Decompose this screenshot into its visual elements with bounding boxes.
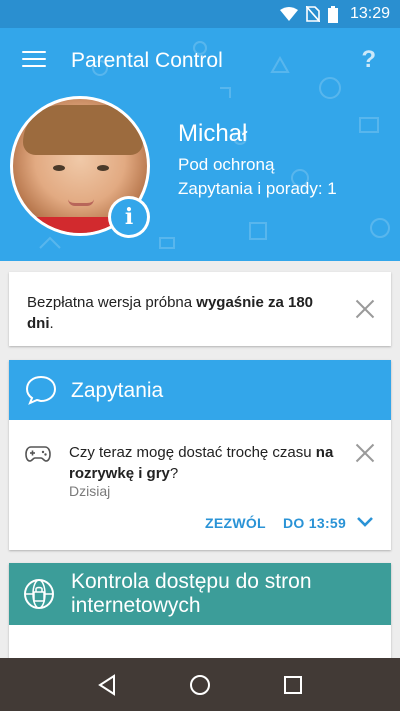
request-date: Dzisiaj: [69, 483, 111, 499]
info-button[interactable]: i: [108, 196, 150, 238]
status-bar: 13:29: [0, 0, 400, 28]
child-requests-count[interactable]: Zapytania i porady: 1: [178, 179, 337, 199]
status-time: 13:29: [349, 5, 390, 22]
allow-button[interactable]: ZEZWÓL: [205, 515, 266, 531]
requests-title: Zapytania: [71, 379, 164, 402]
globe-lock-icon: [24, 579, 54, 609]
chat-bubble-icon: [25, 375, 57, 405]
back-triangle-icon: [97, 673, 115, 696]
recents-button[interactable]: [273, 665, 313, 705]
request-message: Czy teraz mogę dostać trochę czasu na ro…: [69, 444, 334, 482]
allow-until-button[interactable]: DO 13:59: [283, 515, 346, 531]
app-title: Parental Control: [71, 49, 223, 72]
home-circle-icon: [189, 674, 210, 695]
requests-header: Zapytania: [9, 360, 391, 420]
requests-card: Zapytania Czy teraz mogę dostać trochę c…: [9, 360, 391, 550]
battery-icon: [327, 5, 338, 23]
gamepad-icon: [25, 446, 51, 462]
recents-square-icon: [284, 675, 303, 694]
app-header: Parental Control ? i Michał Pod ochroną …: [0, 28, 400, 261]
help-icon[interactable]: ?: [361, 46, 376, 74]
android-nav-bar: [0, 658, 400, 711]
web-control-header[interactable]: Kontrola dostępu do stron internetowych: [9, 563, 391, 625]
trial-banner-card: Bezpłatna wersja próbna wygaśnie za 180 …: [9, 272, 391, 346]
web-control-card: Kontrola dostępu do stron internetowych: [9, 563, 391, 659]
no-sim-icon: [305, 6, 320, 22]
wifi-icon: [279, 7, 298, 21]
chevron-down-icon[interactable]: [356, 516, 374, 528]
info-icon: i: [111, 199, 147, 235]
hamburger-menu-icon[interactable]: [22, 51, 46, 69]
home-button[interactable]: [180, 665, 220, 705]
child-name: Michał: [178, 120, 248, 147]
web-control-title: Kontrola dostępu do stron internetowych: [71, 570, 312, 617]
dismiss-request-icon[interactable]: [355, 443, 375, 463]
back-button[interactable]: [87, 665, 127, 705]
close-trial-banner-icon[interactable]: [355, 299, 375, 319]
child-status: Pod ochroną: [178, 155, 275, 174]
trial-banner-text: Bezpłatna wersja próbna wygaśnie za 180 …: [27, 294, 314, 332]
